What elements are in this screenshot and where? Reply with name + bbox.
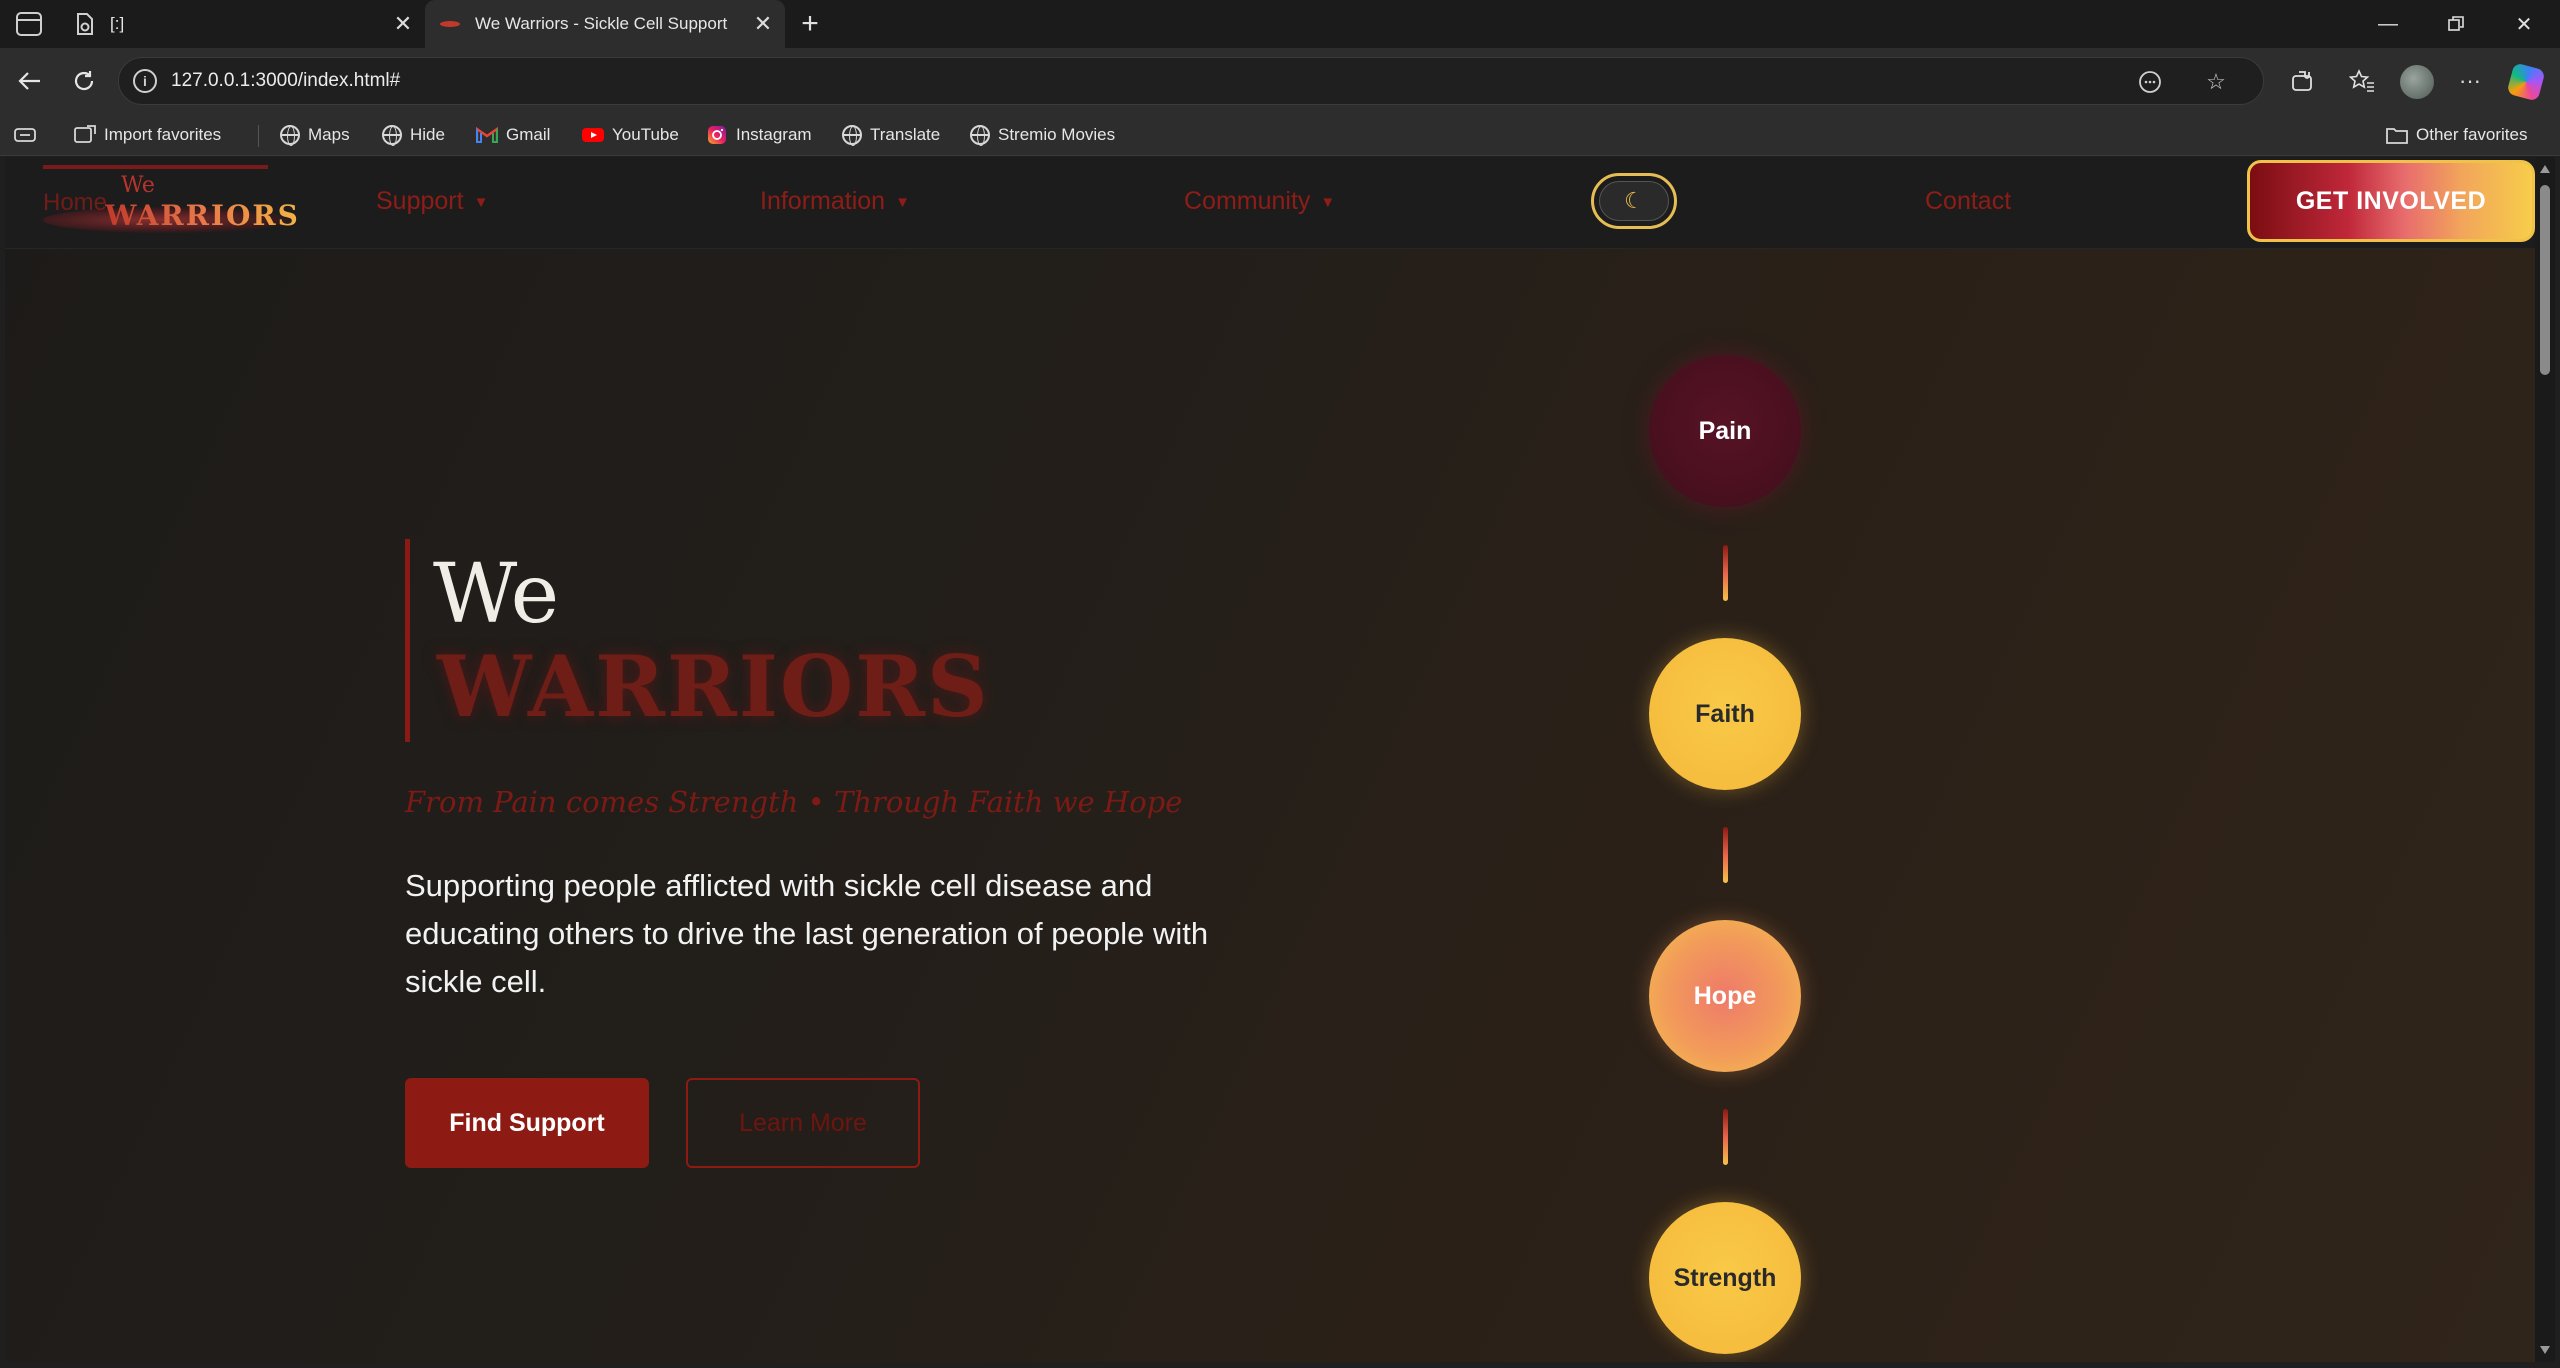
globe-icon: [382, 125, 402, 146]
bookmark-import-favorites[interactable]: Import favorites: [74, 122, 221, 148]
hero-title-we: We: [433, 547, 560, 642]
nav-information-label: Information: [760, 187, 886, 215]
copilot-icon[interactable]: [2506, 62, 2546, 102]
favorites-icon[interactable]: [2342, 61, 2382, 101]
caret-down-icon: ▼: [1320, 194, 1336, 211]
bookmark-gmail[interactable]: Gmail: [476, 122, 550, 148]
browser-tab-bar: [:] ✕ We Warriors - Sickle Cell Support …: [0, 0, 2560, 48]
profile-avatar[interactable]: [2400, 65, 2434, 99]
nav-support[interactable]: Support ▼: [376, 187, 488, 216]
bookmark-label: Translate: [870, 125, 941, 144]
globe-icon: [842, 125, 862, 146]
page-icon: [74, 13, 96, 35]
theme-toggle[interactable]: ☾: [1591, 173, 1677, 229]
page-scrollbar[interactable]: [2535, 157, 2555, 1362]
other-favorites[interactable]: Other favorites: [2386, 122, 2528, 148]
nav-contact[interactable]: Contact: [1925, 187, 2011, 216]
scroll-thumb[interactable]: [2540, 185, 2550, 375]
site-logo[interactable]: Home We WARRIORS: [43, 165, 303, 239]
hero-description: Supporting people afflicted with sickle …: [405, 868, 1209, 999]
bookmark-label: Import favorites: [104, 125, 222, 144]
more-menu-icon[interactable]: ···: [2450, 61, 2490, 101]
get-involved-button[interactable]: GET INVOLVED: [2247, 160, 2535, 242]
globe-icon: [970, 125, 990, 146]
caret-down-icon: ▼: [895, 194, 910, 211]
journey-connector: [1723, 1109, 1728, 1165]
bookmark-stremio-movies[interactable]: Stremio Movies: [970, 122, 1115, 148]
browser-toolbar: i 127.0.0.1:3000/index.html# ☆ ···: [0, 48, 2560, 114]
bookmarks-menu-icon[interactable]: [14, 122, 36, 148]
caret-down-icon: ▼: [473, 194, 489, 211]
hero-accent-rule: [405, 539, 410, 742]
folder-icon: [2386, 124, 2408, 146]
bookmark-label: Hide: [410, 125, 445, 144]
journey-connector: [1723, 545, 1728, 601]
instagram-icon: [706, 124, 728, 146]
bookmark-instagram[interactable]: Instagram: [706, 122, 812, 148]
logo-underline: [43, 165, 268, 169]
bookmark-translate[interactable]: Translate: [842, 122, 940, 148]
learn-more-button[interactable]: Learn More: [686, 1078, 920, 1168]
nav-information[interactable]: Information ▼: [760, 187, 910, 216]
extensions-icon[interactable]: [2282, 61, 2322, 101]
back-icon[interactable]: [10, 61, 50, 101]
tab-title: [:]: [110, 14, 125, 33]
bookmark-maps[interactable]: Maps: [280, 122, 350, 148]
site-info-icon[interactable]: i: [133, 69, 157, 93]
address-bar[interactable]: i 127.0.0.1:3000/index.html# ☆: [118, 57, 2264, 105]
reading-mode-icon[interactable]: [2135, 67, 2165, 97]
journey-step-strength: Strength: [1649, 1202, 1801, 1354]
journey-connector: [1723, 827, 1728, 883]
bookmark-label: YouTube: [612, 125, 679, 144]
bookmark-label: Maps: [308, 125, 350, 144]
journey-step-hope: Hope: [1649, 920, 1801, 1072]
tab-title: We Warriors - Sickle Cell Support: [475, 14, 728, 33]
web-page: Home We WARRIORS Support ▼ Information ▼ C…: [5, 157, 2535, 1362]
bookmark-label: Stremio Movies: [998, 125, 1116, 144]
new-tab-button[interactable]: +: [794, 7, 826, 40]
reload-icon[interactable]: [64, 61, 104, 101]
browser-tab-blank[interactable]: [:] ✕: [60, 0, 425, 48]
bookmark-separator: [258, 125, 259, 147]
restore-icon[interactable]: [2422, 0, 2490, 48]
globe-icon: [280, 125, 300, 146]
bookmark-youtube[interactable]: YouTube: [582, 122, 679, 148]
nav-community-label: Community: [1184, 187, 1311, 215]
journey-step-pain: Pain: [1649, 355, 1801, 507]
bookmark-label: Instagram: [736, 125, 812, 144]
tab-actions-icon[interactable]: [16, 12, 42, 36]
home-link[interactable]: Home: [43, 189, 107, 217]
hero-tagline: From Pain comes Strength • Through Faith…: [405, 785, 1183, 819]
gmail-icon: [476, 124, 498, 146]
scroll-up-arrow-icon[interactable]: [2540, 165, 2550, 173]
close-window-icon[interactable]: ✕: [2490, 0, 2558, 48]
close-tab-icon[interactable]: ✕: [751, 11, 775, 36]
youtube-icon: [582, 124, 604, 146]
bookmarks-bar: Import favorites Maps Hide Gmail YouTube…: [0, 114, 2560, 156]
journey-step-faith: Faith: [1649, 638, 1801, 790]
bookmark-hide[interactable]: Hide: [382, 122, 445, 148]
scroll-down-arrow-icon[interactable]: [2540, 1346, 2550, 1354]
moon-icon: ☾: [1599, 181, 1669, 221]
logo-warriors: WARRIORS: [105, 199, 300, 232]
other-favorites-label: Other favorites: [2416, 125, 2528, 144]
minimize-icon[interactable]: —: [2354, 0, 2422, 48]
site-favicon-icon: [439, 13, 461, 35]
url-text: 127.0.0.1:3000/index.html#: [171, 70, 401, 91]
nav-contact-label: Contact: [1925, 187, 2012, 215]
browser-tab-active[interactable]: We Warriors - Sickle Cell Support ✕: [425, 0, 785, 48]
nav-support-label: Support: [376, 187, 464, 215]
close-tab-icon[interactable]: ✕: [391, 11, 415, 36]
import-icon: [74, 124, 96, 146]
hero-title-warriors: WARRIORS: [437, 637, 990, 736]
nav-community[interactable]: Community ▼: [1184, 187, 1335, 216]
logo-we: We: [121, 173, 155, 198]
find-support-button[interactable]: Find Support: [405, 1078, 649, 1168]
favorite-star-icon[interactable]: ☆: [2201, 67, 2231, 97]
bookmark-label: Gmail: [506, 125, 551, 144]
site-header: Home We WARRIORS Support ▼ Information ▼ C…: [5, 157, 2535, 249]
